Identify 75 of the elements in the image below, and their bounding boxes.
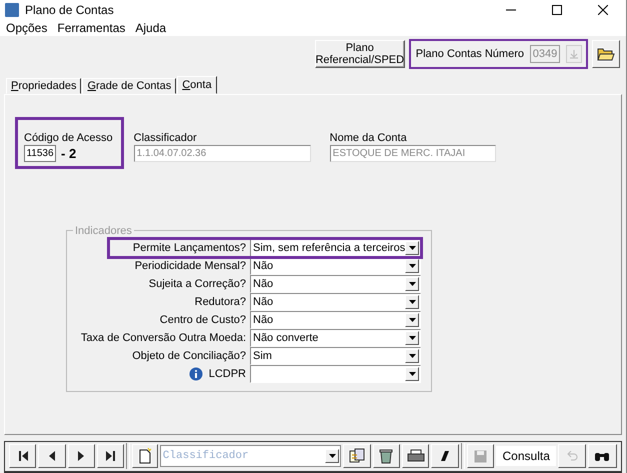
plan-number-label: Plano Contas Número — [416, 48, 524, 60]
field-label: Redutora? — [194, 296, 246, 308]
field-label: Centro de Custo? — [160, 314, 246, 326]
dropdown[interactable]: Não converte — [250, 328, 422, 347]
dropdown-arrow-icon — [408, 354, 416, 358]
field-label: Sujeita a Correção? — [148, 278, 246, 290]
binoculars-icon — [594, 450, 610, 462]
tool-button[interactable] — [372, 444, 400, 468]
folder-icon — [597, 47, 615, 62]
navigation-button[interactable] — [9, 444, 36, 468]
field-label: Periodicidade Mensal? — [134, 260, 246, 272]
field-label: LCDPR — [208, 368, 246, 380]
dropdown-button[interactable] — [405, 276, 420, 291]
navigation-button[interactable] — [38, 444, 66, 468]
window-title: Plano de Contas — [25, 3, 115, 17]
dropdown[interactable]: Sim — [250, 346, 422, 365]
dropdown-arrow-icon — [408, 300, 416, 304]
app-logo-icon — [5, 3, 19, 17]
tab[interactable]: Conta — [177, 76, 217, 94]
new-button[interactable] — [132, 444, 158, 468]
check-digit: - 2 — [61, 146, 76, 161]
search-button[interactable] — [588, 444, 618, 468]
dropdown-arrow-icon — [408, 372, 416, 376]
dropdown-button[interactable] — [405, 366, 420, 381]
dropdown-button[interactable] — [405, 330, 420, 345]
tool-button[interactable] — [402, 444, 430, 468]
field-label: Permite Lançamentos? — [132, 242, 246, 254]
dropdown[interactable]: Não — [250, 274, 422, 293]
open-folder-button[interactable] — [592, 40, 620, 68]
last-icon — [104, 450, 117, 462]
group-title: Indicadores — [74, 224, 133, 237]
menu-item[interactable]: Ferramentas — [57, 20, 126, 35]
navigation-button[interactable] — [97, 444, 124, 468]
dropdown-arrow-icon — [408, 264, 416, 268]
trash-icon — [378, 448, 394, 464]
field-label: Taxa de Conversão Outra Moeda: — [80, 332, 246, 344]
dropdown[interactable]: Não — [250, 292, 422, 311]
close-icon — [598, 5, 608, 15]
dropdown-arrow-icon — [408, 336, 416, 340]
dropdown-button[interactable] — [325, 449, 340, 464]
maximize-icon — [552, 5, 562, 15]
field-label: Objeto de Conciliação? — [132, 350, 246, 362]
menu-item[interactable]: Ajuda — [135, 20, 166, 35]
dropdown-arrow-icon — [408, 318, 416, 322]
access-code-label: Código de Acesso — [24, 132, 113, 144]
tool-button[interactable] — [431, 444, 459, 468]
tool-button[interactable] — [343, 444, 371, 468]
dropdown-button[interactable] — [405, 294, 420, 309]
info-icon — [188, 366, 203, 381]
dropdown-button[interactable] — [405, 258, 420, 273]
dropdown[interactable]: Não — [250, 310, 422, 329]
italic-icon — [440, 450, 450, 462]
dropdown-button[interactable] — [405, 312, 420, 327]
account-name-label: Nome da Conta — [330, 132, 408, 144]
navigation-button[interactable] — [68, 444, 96, 468]
dropdown-button[interactable] — [405, 240, 420, 255]
dropdown-arrow-icon — [408, 282, 416, 286]
tab[interactable]: Grade de Contas — [82, 78, 176, 94]
download-icon — [570, 50, 578, 59]
undo-icon — [566, 451, 578, 462]
dropdown-button[interactable] — [405, 348, 420, 363]
new-document-icon — [138, 448, 152, 464]
dropdown[interactable]: Sim, sem referência a terceiros — [250, 238, 422, 257]
classifier-label: Classificador — [134, 132, 198, 144]
access-code-field[interactable]: 11536 — [24, 144, 56, 162]
dropdown-arrow-icon — [328, 454, 336, 458]
first-icon — [16, 450, 29, 462]
dropdown-arrow-icon — [408, 246, 416, 250]
tab[interactable]: Propriedades — [6, 78, 82, 94]
status-field: Consulta — [496, 446, 556, 466]
copy-icon — [348, 448, 365, 464]
printer-icon — [406, 449, 425, 464]
sped-button[interactable]: Plano Referencial/SPED — [314, 40, 405, 68]
menu-item[interactable]: Opções — [6, 20, 48, 35]
floppy-icon — [474, 450, 487, 463]
